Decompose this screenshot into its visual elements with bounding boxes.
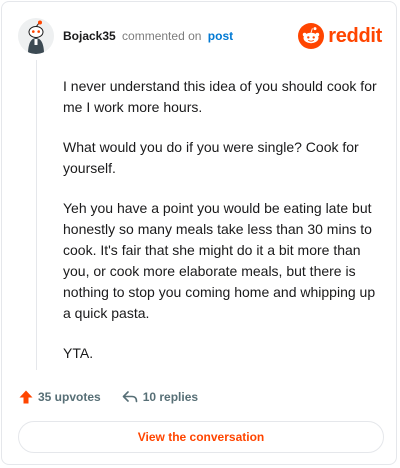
- upvotes-count: 35 upvotes: [38, 390, 101, 404]
- reddit-logo[interactable]: reddit: [298, 22, 382, 50]
- comment-header: Bojack35 commented on post reddit: [18, 18, 384, 54]
- view-conversation-button[interactable]: View the conversation: [18, 421, 384, 453]
- comment-footer: 35 upvotes 10 replies: [18, 386, 198, 408]
- comment-paragraph: Yeh you have a point you would be eating…: [63, 200, 376, 321]
- comment-byline: Bojack35 commented on post: [63, 28, 233, 44]
- upvotes-stat[interactable]: 35 upvotes: [18, 389, 101, 405]
- reddit-snoo-icon: [298, 23, 325, 49]
- thread-line: [36, 60, 37, 370]
- commented-on-text: commented on: [122, 29, 202, 43]
- replies-stat[interactable]: 10 replies: [121, 389, 198, 405]
- upvote-arrow-icon: [18, 389, 34, 405]
- comment-paragraph: YTA.: [63, 345, 94, 361]
- comment-paragraph: What would you do if you were single? Co…: [63, 139, 359, 176]
- comment-card: Bojack35 commented on post reddit I neve…: [1, 1, 397, 465]
- comment-paragraph: I never understand this idea of you shou…: [63, 78, 377, 115]
- reply-arrow-icon: [121, 389, 139, 405]
- post-link[interactable]: post: [208, 29, 233, 43]
- username-link[interactable]: Bojack35: [63, 29, 116, 43]
- replies-count: 10 replies: [142, 390, 199, 404]
- snoo-avatar-icon: [18, 18, 54, 54]
- avatar[interactable]: [18, 18, 54, 54]
- reddit-wordmark: reddit: [328, 25, 382, 47]
- comment-body: I never understand this idea of you shou…: [63, 76, 383, 383]
